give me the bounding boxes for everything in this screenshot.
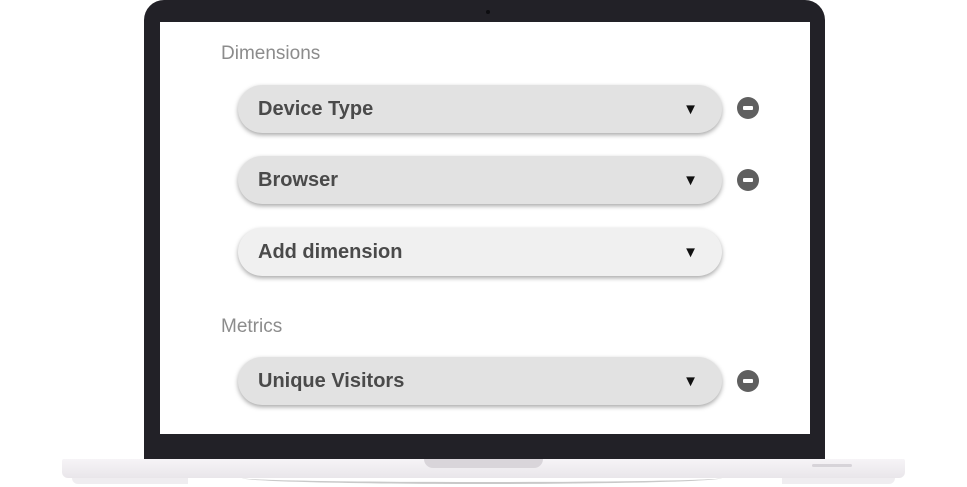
dimension-select-label: Browser bbox=[258, 168, 339, 191]
metric-select-label: Unique Visitors bbox=[258, 369, 405, 392]
caret-down-icon: ▼ bbox=[683, 372, 698, 390]
remove-dimension-button[interactable] bbox=[737, 97, 759, 119]
dimension-select-label: Device Type bbox=[258, 97, 374, 120]
metrics-heading: Metrics bbox=[221, 316, 283, 337]
metric-select-unique-visitors[interactable]: Unique Visitors ▼ bbox=[238, 357, 722, 405]
caret-down-icon: ▼ bbox=[683, 171, 698, 189]
laptop-notch bbox=[424, 459, 543, 468]
caret-down-icon: ▼ bbox=[683, 100, 698, 118]
remove-metric-button[interactable] bbox=[737, 370, 759, 392]
laptop-foot bbox=[812, 464, 852, 467]
add-dimension-select[interactable]: Add dimension ▼ bbox=[238, 228, 722, 276]
remove-dimension-button[interactable] bbox=[737, 169, 759, 191]
add-dimension-label: Add dimension bbox=[258, 240, 403, 263]
dimension-select-device-type[interactable]: Device Type ▼ bbox=[238, 85, 722, 133]
under-arc bbox=[242, 472, 722, 484]
caret-down-icon: ▼ bbox=[683, 243, 698, 261]
camera-dot bbox=[486, 10, 490, 14]
dimension-select-browser[interactable]: Browser ▼ bbox=[238, 156, 722, 204]
dimensions-heading: Dimensions bbox=[221, 43, 321, 64]
screen: Dimensions Device Type ▼ Browser ▼ Add d… bbox=[160, 22, 810, 434]
